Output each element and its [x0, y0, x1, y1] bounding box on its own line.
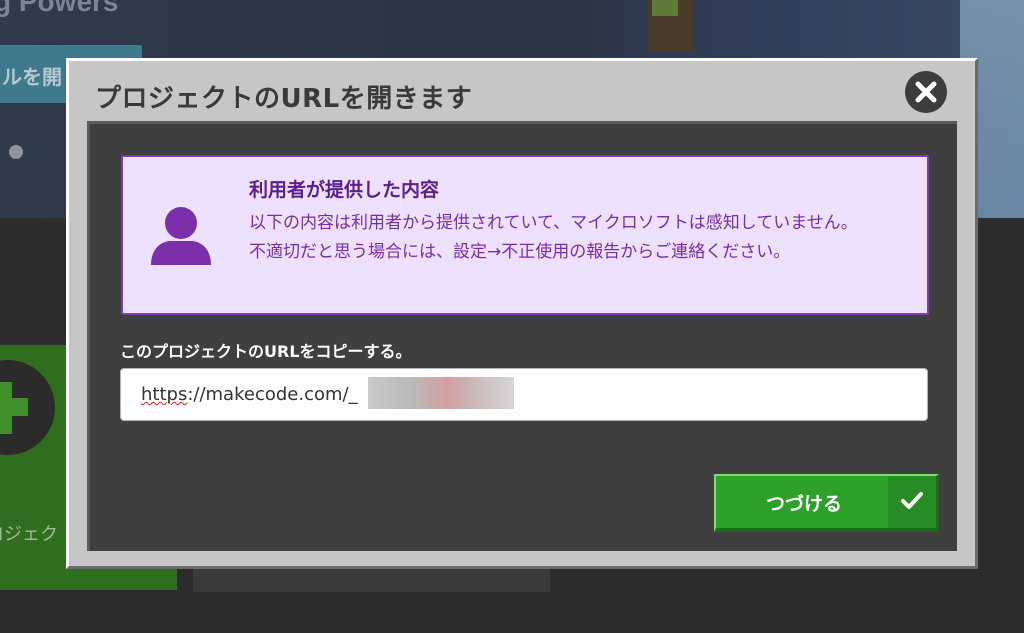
- project-url-field[interactable]: https://makecode.com/_: [120, 368, 928, 421]
- url-redaction: [368, 377, 514, 409]
- background-character-image: [648, 0, 694, 52]
- background-hero-button-label: ルを開: [2, 65, 62, 89]
- close-button[interactable]: [905, 71, 947, 113]
- close-icon: [915, 81, 937, 103]
- user-icon: [151, 207, 211, 265]
- notice-title: 利用者が提供した内容: [249, 179, 440, 201]
- check-icon: [901, 492, 923, 509]
- dialog-title: プロジェクトのURLを開きます: [95, 84, 473, 114]
- continue-label: つづける: [766, 493, 843, 515]
- background-hero-title: g Powers: [0, 0, 119, 17]
- open-url-dialog: プロジェクトのURLを開きます 利用者が提供した内容 以下の内容は利用者から提供…: [66, 58, 978, 569]
- url-path: ://makecode.com/_: [187, 384, 358, 405]
- notice-line-1: 以下の内容は利用者から提供されていて、マイクロソフトは感知していません。: [249, 213, 858, 233]
- user-content-notice: 利用者が提供した内容 以下の内容は利用者から提供されていて、マイクロソフトは感知…: [121, 155, 929, 315]
- continue-check-area: [888, 476, 936, 528]
- dialog-body: 利用者が提供した内容 以下の内容は利用者から提供されていて、マイクロソフトは感知…: [87, 121, 957, 551]
- copy-url-label: このプロジェクトのURLをコピーする。: [120, 342, 412, 361]
- background-new-project-label: ロジェク: [0, 524, 58, 545]
- notice-text: 以下の内容は利用者から提供されていて、マイクロソフトは感知していません。 不適切…: [249, 209, 919, 267]
- notice-line-2: 不適切だと思う場合には、設定→不正使用の報告からご連絡ください。: [249, 242, 791, 262]
- url-scheme: https: [141, 384, 188, 405]
- background-carousel-dot: [9, 145, 23, 159]
- continue-button[interactable]: つづける: [714, 474, 939, 532]
